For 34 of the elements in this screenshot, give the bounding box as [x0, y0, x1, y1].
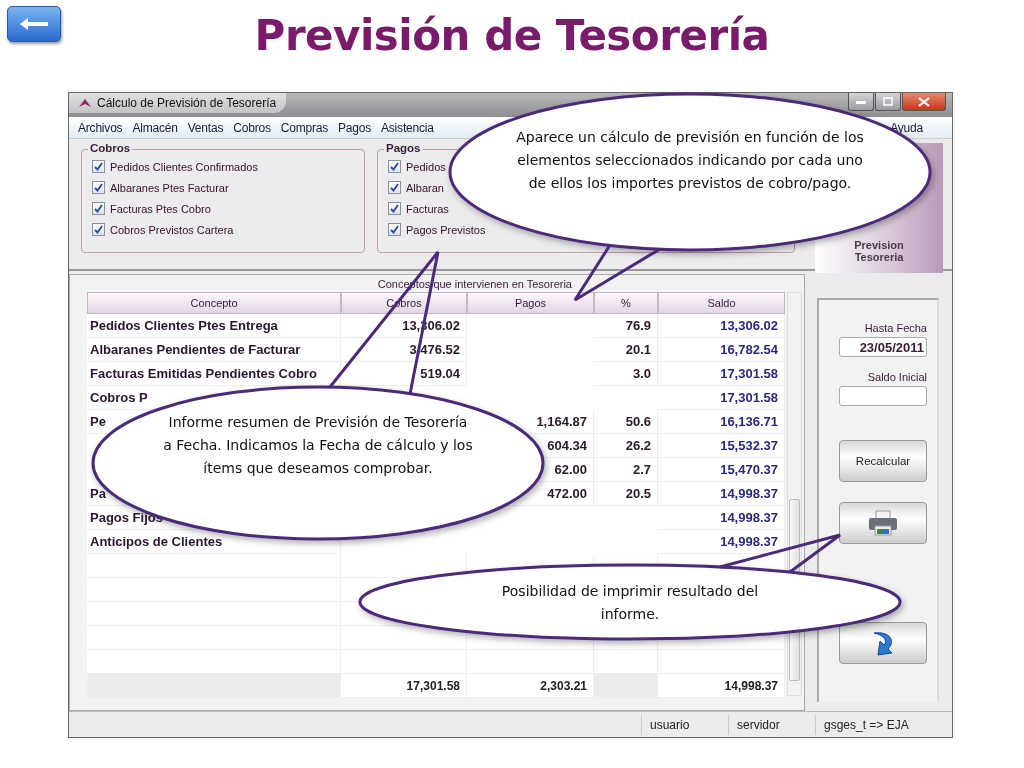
status-text: usuario [641, 714, 728, 735]
callout-text: Aparece un cálculo de previsión en función de los elementos seleccionados indicando por cada uno de ellos los importes previstos de cobro/pago. [515, 128, 865, 193]
table-cell: 76.9 [594, 314, 658, 338]
table-cell: 15,532.37 [658, 434, 785, 458]
field-label: Saldo Inicial [867, 371, 927, 383]
table-cell: 17,301.58 [658, 362, 785, 386]
table-cell: 50.6 [594, 410, 658, 434]
table-cell: 17,301.58 [658, 386, 785, 410]
table-cell: 26.2 [594, 434, 658, 458]
callout-text: Posibilidad de imprimir resultado del informe. [500, 582, 760, 624]
table-cell: 16,782.54 [658, 338, 785, 362]
group-title: Pagos [384, 142, 423, 154]
table-cell: Albaranes Pendientes de Facturar [87, 338, 341, 362]
status-text: gsges_t => EJA [815, 714, 952, 735]
table-cell: 13,306.02 [658, 314, 785, 338]
table-cell: 14,998.37 [658, 530, 785, 554]
slide-title: Previsión de Tesorería [254, 10, 770, 62]
table-cell: 2.7 [594, 458, 658, 482]
table-cell: 20.5 [594, 482, 658, 506]
window-title: Cálculo de Previsión de Tesorería [97, 96, 277, 110]
total-cell: 17,301.58 [341, 674, 467, 698]
field-label: Hasta Fecha [864, 322, 927, 334]
group-title: Cobros [88, 142, 133, 154]
table-cell: 16,136.71 [658, 410, 785, 434]
table-cell: Pedidos Clientes Ptes Entrega [87, 314, 341, 338]
table-cell: 14,998.37 [658, 506, 785, 530]
logo-caption: Prevision Tesoreria [853, 239, 905, 263]
status-text: servidor [728, 714, 815, 735]
table-cell: 519.04 [341, 362, 467, 386]
total-cell: 14,998.37 [658, 674, 785, 698]
table-cell: 20.1 [594, 338, 658, 362]
table-cell: 14,998.37 [658, 482, 785, 506]
table-cell: 15,470.37 [658, 458, 785, 482]
table-cell: 3.0 [594, 362, 658, 386]
